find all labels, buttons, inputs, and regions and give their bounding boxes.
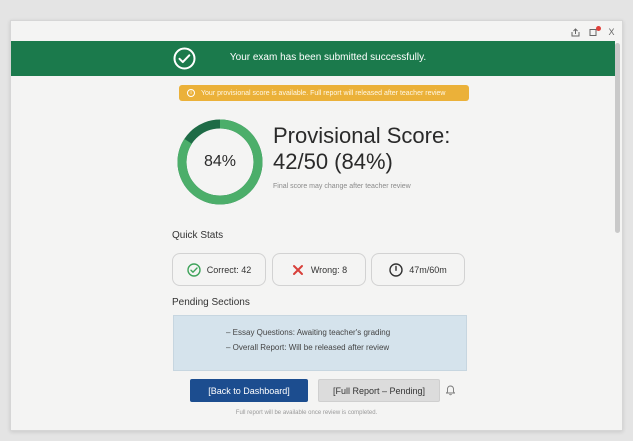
notice-text: Your provisional score is available. Ful… bbox=[201, 89, 446, 97]
notification-icon[interactable] bbox=[589, 25, 601, 37]
quick-stats-heading: Quick Stats bbox=[172, 230, 224, 241]
score-note: Final score may change after teacher rev… bbox=[273, 183, 411, 190]
score-title: Provisional Score: bbox=[273, 123, 451, 148]
window-controls: X bbox=[571, 25, 616, 39]
pending-sections-box: – Essay Questions: Awaiting teacher's gr… bbox=[173, 315, 467, 371]
pending-sections-heading: Pending Sections bbox=[172, 297, 250, 308]
x-icon bbox=[292, 264, 303, 275]
notification-badge bbox=[596, 25, 601, 31]
stat-correct: Correct: 42 bbox=[172, 253, 266, 286]
scrollbar[interactable] bbox=[615, 43, 620, 233]
stat-time: 47m/60m bbox=[371, 253, 465, 286]
stat-correct-label: Correct: 42 bbox=[206, 264, 252, 275]
success-message: Your exam has been submitted successfull… bbox=[229, 52, 427, 63]
info-icon: i bbox=[187, 89, 195, 97]
bell-icon[interactable] bbox=[446, 385, 455, 396]
footer-note: Full report will be available once revie… bbox=[235, 410, 378, 416]
stat-wrong-label: Wrong: 8 bbox=[310, 264, 348, 275]
share-icon[interactable] bbox=[571, 27, 580, 37]
back-to-dashboard-button[interactable]: [Back to Dashboard] bbox=[190, 379, 308, 402]
full-report-button[interactable]: [Full Report – Pending] bbox=[318, 379, 440, 402]
provisional-notice: i Your provisional score is available. F… bbox=[179, 85, 469, 101]
stat-wrong: Wrong: 8 bbox=[272, 253, 366, 286]
exam-result-window: X Your exam has been submitted successfu… bbox=[10, 20, 623, 431]
pending-item-essay: – Essay Questions: Awaiting teacher's gr… bbox=[226, 328, 391, 337]
stat-time-label: 47m/60m bbox=[409, 264, 447, 275]
check-circle-icon bbox=[187, 262, 201, 277]
score-percent: 84% bbox=[203, 153, 237, 170]
pending-item-report: – Overall Report: Will be released after… bbox=[226, 343, 390, 352]
success-banner: Your exam has been submitted successfull… bbox=[11, 41, 615, 76]
clock-icon bbox=[389, 262, 403, 277]
score-value: 42/50 (84%) bbox=[273, 149, 393, 174]
close-icon[interactable]: X bbox=[607, 27, 616, 37]
